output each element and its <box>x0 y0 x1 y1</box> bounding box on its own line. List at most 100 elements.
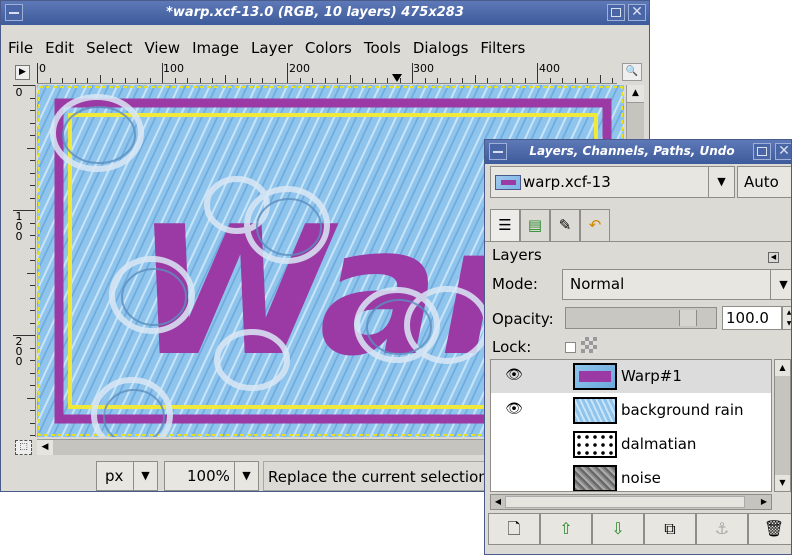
ruler-tick <box>449 78 451 83</box>
close-icon[interactable]: ✕ <box>775 143 791 160</box>
layer-row[interactable]: dalmatian <box>491 428 771 461</box>
scroll-left-icon[interactable]: ◀ <box>37 440 53 455</box>
menu-filters[interactable]: Filters <box>473 36 530 60</box>
ruler-tick <box>562 78 563 83</box>
new-layer-icon[interactable]: 🗋 <box>488 513 540 545</box>
layers-tab-icon[interactable]: ☰ <box>490 209 520 241</box>
menu-colors[interactable]: Colors <box>298 36 357 60</box>
window-menu-icon[interactable] <box>489 143 507 160</box>
eye-icon[interactable]: 👁 <box>505 367 523 383</box>
dock-menu-icon[interactable]: ◀ <box>768 252 779 263</box>
ruler-tick <box>537 63 538 83</box>
zoom-select[interactable]: 100% ▼ <box>164 461 259 491</box>
maximize-icon[interactable] <box>753 143 771 160</box>
maximize-icon[interactable] <box>607 4 625 21</box>
menu-edit[interactable]: Edit <box>38 36 79 60</box>
dock-titlebar[interactable]: Layers, Channels, Paths, Undo ✕ <box>485 140 791 164</box>
undo-tab-icon[interactable]: ↶ <box>580 209 610 241</box>
window-menu-icon[interactable] <box>5 4 23 21</box>
image-window-titlebar[interactable]: *warp.xcf-13.0 (RGB, 10 layers) 475x283 … <box>1 1 649 25</box>
image-thumbnail <box>495 175 521 190</box>
ruler-tick <box>99 75 101 83</box>
layers-dock: Layers, Channels, Paths, Undo ✕ warp.xcf… <box>484 139 792 555</box>
ruler-tick <box>337 78 338 83</box>
menu-select[interactable]: Select <box>79 36 137 60</box>
opacity-slider[interactable] <box>565 307 717 329</box>
quick-mask-icon[interactable]: ⬚ <box>15 440 32 455</box>
lock-alpha-checkbox[interactable] <box>565 342 576 353</box>
ruler-tick <box>27 147 35 149</box>
image-select[interactable]: warp.xcf-13 ▼ <box>490 166 735 198</box>
ruler-tick <box>30 310 35 311</box>
vertical-ruler[interactable]: 0 100 200 <box>12 85 36 437</box>
layer-list-vertical-scrollbar[interactable]: ▲ ▼ <box>774 359 791 492</box>
scroll-right-icon[interactable]: ▶ <box>757 495 771 509</box>
ruler-tick <box>174 78 176 83</box>
paths-tab-icon[interactable]: ✎ <box>550 209 580 241</box>
ruler-tick <box>30 172 35 174</box>
menu-image[interactable]: Image <box>185 36 244 60</box>
channels-tab-icon[interactable]: ▤ <box>520 209 550 241</box>
tab-separator <box>485 241 791 242</box>
ruler-tick <box>30 372 35 374</box>
ruler-tick <box>30 247 35 249</box>
ruler-tick <box>237 78 238 83</box>
layer-list-horizontal-scrollbar[interactable]: ◀ ▶ <box>490 494 772 510</box>
close-icon[interactable]: ✕ <box>628 4 646 21</box>
scroll-up-icon[interactable]: ▲ <box>775 360 790 376</box>
dock-title: Layers, Channels, Paths, Undo <box>529 144 735 158</box>
ruler-tick <box>13 210 35 211</box>
scroll-thumb[interactable] <box>505 496 745 508</box>
opacity-slider-handle[interactable] <box>679 310 697 326</box>
menu-tools[interactable]: Tools <box>357 36 406 60</box>
duplicate-layer-icon[interactable]: ⧉ <box>644 513 696 545</box>
layer-row[interactable]: 👁 Warp#1 <box>491 360 771 393</box>
menubar: File Edit Select View Image Layer Colors… <box>1 36 530 60</box>
mode-label: Mode: <box>492 275 538 293</box>
ruler-tick <box>487 78 488 83</box>
scroll-down-icon[interactable]: ▼ <box>775 475 790 491</box>
chevron-down-icon: ▼ <box>234 462 258 490</box>
scroll-up-icon[interactable]: ▲ <box>627 85 644 103</box>
scroll-left-icon[interactable]: ◀ <box>491 495 505 509</box>
ruler-tick <box>30 322 35 324</box>
ruler-tick <box>199 78 201 83</box>
layer-row[interactable]: noise <box>491 462 771 491</box>
anchor-layer-icon[interactable]: ⚓ <box>696 513 748 545</box>
ruler-tick <box>549 78 551 83</box>
layer-list: 👁 Warp#1 👁 background rain dalmatian noi… <box>490 359 772 492</box>
mode-value: Normal <box>570 275 625 293</box>
ruler-tick <box>499 78 501 83</box>
ruler-tick <box>212 78 213 83</box>
raise-layer-icon[interactable]: ⇧ <box>540 513 592 545</box>
layer-thumbnail <box>573 465 617 491</box>
zoom-fit-icon[interactable]: 🔍 <box>622 63 642 81</box>
unit-select[interactable]: px ▼ <box>96 461 158 491</box>
horizontal-ruler[interactable]: 0 100 200 300 400 <box>37 62 617 84</box>
image-name: warp.xcf-13 <box>523 173 611 191</box>
ruler-tick <box>37 63 38 83</box>
ruler-tick <box>27 397 35 399</box>
menu-file[interactable]: File <box>1 36 38 60</box>
opacity-spin-icon[interactable]: ▲ ▼ <box>782 306 791 330</box>
eye-icon[interactable]: 👁 <box>505 401 523 417</box>
delete-layer-icon[interactable]: 🗑 <box>748 513 791 545</box>
auto-button[interactable]: Auto <box>737 166 791 198</box>
ruler-tick <box>49 78 51 83</box>
layer-row[interactable]: 👁 background rain <box>491 394 771 427</box>
menu-dialogs[interactable]: Dialogs <box>406 36 474 60</box>
zoom-value: 100% <box>187 467 230 485</box>
layer-thumbnail <box>573 431 617 458</box>
opacity-input[interactable]: 100.0 <box>722 306 782 330</box>
navigate-menu-icon[interactable]: ▶ <box>15 65 30 80</box>
menu-view[interactable]: View <box>137 36 185 60</box>
ruler-tick <box>30 197 35 199</box>
layers-section-title: Layers <box>492 246 542 264</box>
ruler-tick <box>162 63 163 83</box>
vruler-label: 100 <box>15 210 23 243</box>
mode-select[interactable]: Normal ▼ <box>562 269 791 300</box>
ruler-tick <box>13 85 35 86</box>
ruler-tick <box>262 78 263 83</box>
lower-layer-icon[interactable]: ⇩ <box>592 513 644 545</box>
menu-layer[interactable]: Layer <box>244 36 298 60</box>
